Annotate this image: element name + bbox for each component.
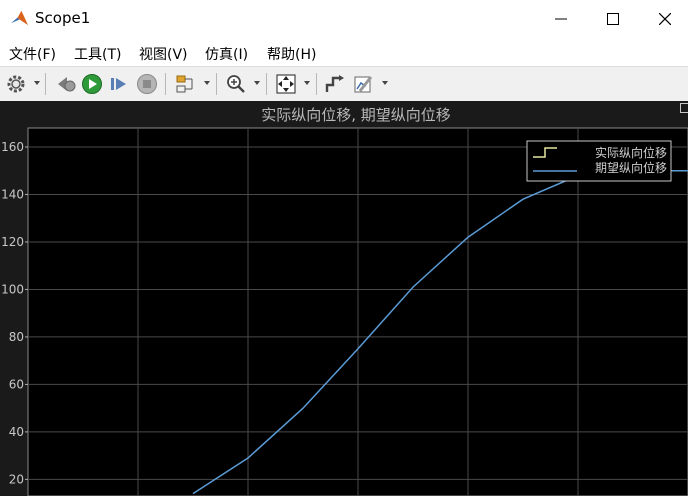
toolbar-separator [216,73,217,95]
y-tick-label: 20 [9,472,24,486]
legend-label-0: 实际纵向位移 [595,145,667,160]
toolbar [0,66,688,102]
toolbar-separator [165,73,166,95]
y-tick-label: 160 [1,140,24,154]
window-title: Scope1 [35,9,91,27]
zoom-icon[interactable] [225,73,247,95]
menu-tools[interactable]: 工具(T) [74,44,121,64]
toolbar-separator [266,73,267,95]
close-icon [659,13,671,25]
toolbar-separator [45,73,46,95]
y-tick-label: 140 [1,187,24,201]
menu-file[interactable]: 文件(F) [9,44,56,64]
legend-label-1: 期望纵向位移 [595,160,667,175]
menu-simulation[interactable]: 仿真(I) [205,44,248,64]
title-bar: Scope1 [0,0,688,38]
highlight-dropdown-arrow[interactable] [204,81,210,85]
step-back-icon[interactable] [55,73,77,95]
menu-view[interactable]: 视图(V) [139,44,188,64]
zoom-dropdown-arrow[interactable] [254,81,260,85]
gear-dropdown-arrow[interactable] [34,81,40,85]
maximize-button[interactable] [590,0,636,38]
minimize-icon [555,18,567,20]
style-dropdown-arrow[interactable] [382,81,388,85]
matlab-logo-icon [10,10,29,26]
y-tick-label: 60 [9,377,24,391]
minimize-button[interactable] [538,0,584,38]
run-icon[interactable] [81,73,103,95]
step-forward-icon[interactable] [108,73,130,95]
cursor-measure-icon[interactable] [324,73,346,95]
gear-icon[interactable] [5,73,27,95]
menu-bar: 文件(F) 工具(T) 视图(V) 仿真(I) 帮助(H) [0,40,688,64]
scope-plot[interactable]: 20 40 60 80 100 120 140 160 实际纵向位移期望纵向位移 [0,101,688,496]
y-tick-label: 80 [9,330,24,344]
style-edit-icon[interactable] [352,73,374,95]
maximize-icon [607,13,619,25]
fit-to-view-icon[interactable] [275,73,297,95]
close-button[interactable] [642,0,688,38]
menu-help[interactable]: 帮助(H) [267,44,316,64]
y-tick-label: 40 [9,425,24,439]
stop-icon[interactable] [136,73,158,95]
y-tick-label: 100 [1,282,24,296]
toolbar-separator [316,73,317,95]
fit-dropdown-arrow[interactable] [304,81,310,85]
highlight-block-icon[interactable] [174,73,196,95]
y-tick-label: 120 [1,235,24,249]
